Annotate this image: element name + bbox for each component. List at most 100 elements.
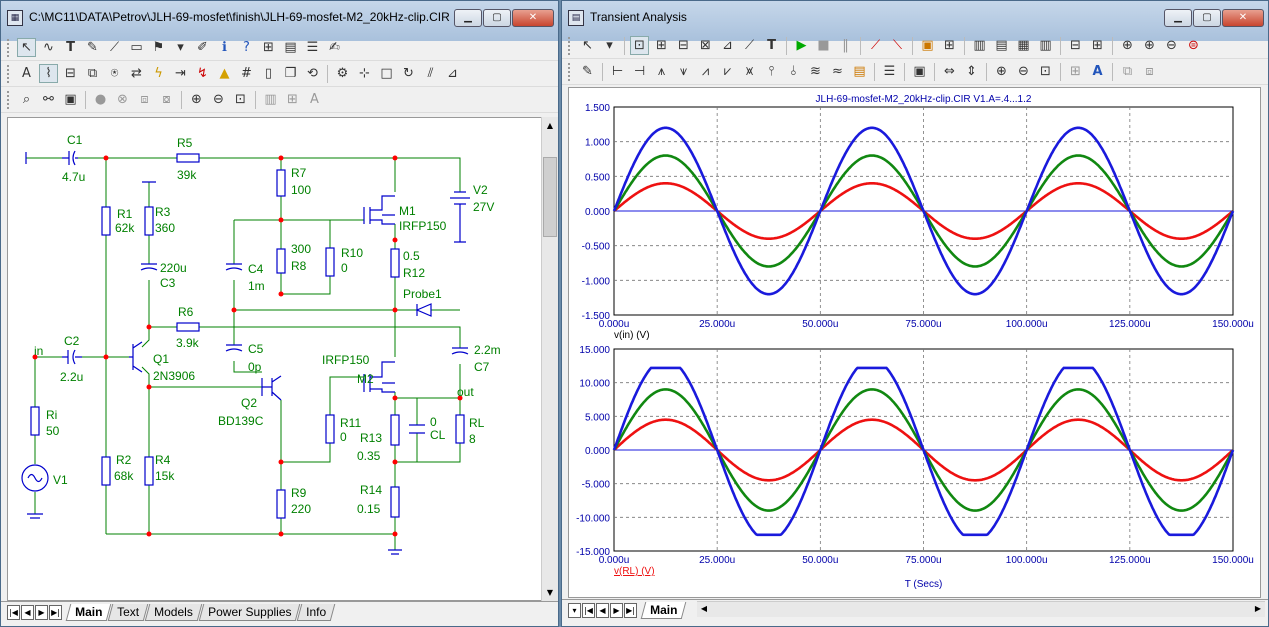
flip-v-icon[interactable]: ⊿ xyxy=(443,64,462,83)
select-mode-icon[interactable]: ↖ xyxy=(17,38,36,57)
zoom-region-icon[interactable]: ⊕ xyxy=(1118,36,1137,55)
warning-icon[interactable]: ▲ xyxy=(215,64,234,83)
cursor-left-icon[interactable]: ⊢ xyxy=(608,62,627,81)
analysis-last-icon[interactable]: ▶| xyxy=(624,603,637,618)
analysis-edit-icon[interactable]: ✎ xyxy=(578,62,597,81)
wave-global-low-icon[interactable]: ⫰ xyxy=(784,62,803,81)
tile-icon[interactable]: ⊞ xyxy=(283,90,302,109)
anchor-icon[interactable]: ⊹ xyxy=(355,64,374,83)
close-button[interactable]: ✕ xyxy=(512,9,554,27)
voltage-icon[interactable]: ⇄ xyxy=(127,64,146,83)
analysis-next-icon[interactable]: ▶ xyxy=(610,603,623,618)
wave-peak-icon[interactable]: ⩚ xyxy=(652,62,671,81)
run-icon[interactable]: ▶ xyxy=(792,36,811,55)
layout-3-icon[interactable]: ▦ xyxy=(1014,36,1033,55)
tab-models[interactable]: Models xyxy=(145,604,203,621)
analysis-first-icon[interactable]: |◀ xyxy=(582,603,595,618)
list-icon[interactable]: ☰ xyxy=(303,38,322,57)
graphics-icon[interactable]: ▭ xyxy=(127,38,146,57)
scroll-down-icon[interactable]: ▼ xyxy=(542,584,558,601)
node-numbers-icon[interactable]: ⌇ xyxy=(39,64,58,83)
scroll-thumb[interactable] xyxy=(543,157,557,237)
current-icon[interactable]: ⇥ xyxy=(171,64,190,83)
info-icon[interactable]: ℹ xyxy=(215,38,234,57)
scale-x-icon[interactable]: ⇔ xyxy=(940,62,959,81)
scope-mode-icon[interactable]: ▾ xyxy=(600,36,619,55)
wave-bottom-icon[interactable]: ≈ xyxy=(828,62,847,81)
attribute-text-icon[interactable]: A xyxy=(17,64,36,83)
prev-page-icon[interactable]: ◀ xyxy=(21,605,34,620)
box-icon[interactable]: □ xyxy=(377,64,396,83)
cancel-circle-icon[interactable]: ⊗ xyxy=(113,90,132,109)
find-icon[interactable]: ⌕ xyxy=(17,90,36,109)
analysis-select-icon[interactable]: ↖ xyxy=(578,36,597,55)
first-page-icon[interactable]: |◀ xyxy=(7,605,20,620)
tab-main[interactable]: Main xyxy=(65,604,112,621)
tab-text[interactable]: Text xyxy=(108,604,149,621)
analysis-hscroll[interactable]: ◀ ▶ xyxy=(697,601,1265,617)
probe-icon[interactable]: ⍟ xyxy=(105,64,124,83)
cascade-icon[interactable]: ⧉ xyxy=(1118,62,1137,81)
text-mode-icon[interactable]: T xyxy=(61,38,80,57)
wave-global-high-icon[interactable]: ⫯ xyxy=(762,62,781,81)
analysis-close-button[interactable]: ✕ xyxy=(1222,9,1264,27)
high-icon[interactable]: ⊠ xyxy=(696,36,715,55)
hscroll-right-icon[interactable]: ▶ xyxy=(1251,602,1265,616)
slope-icon[interactable]: ⟋ xyxy=(740,36,759,55)
tile-windows-icon[interactable]: ⊞ xyxy=(1066,62,1085,81)
tab-power-supplies[interactable]: Power Supplies xyxy=(198,604,301,621)
grid-toggle-icon[interactable]: ⊞ xyxy=(940,36,959,55)
last-page-icon[interactable]: ▶| xyxy=(49,605,62,620)
cursor-mode-icon[interactable]: ⊡ xyxy=(630,36,649,55)
font-icon[interactable]: A xyxy=(305,90,324,109)
analysis-zoom-fit-icon[interactable]: ⊡ xyxy=(1036,62,1055,81)
wave-low-icon[interactable]: ⩗ xyxy=(718,62,737,81)
scroll-up-icon[interactable]: ▲ xyxy=(542,117,558,134)
peak-icon[interactable]: ⊞ xyxy=(652,36,671,55)
analysis-font-icon[interactable]: A xyxy=(1088,62,1107,81)
scale-y-icon[interactable]: ⇕ xyxy=(962,62,981,81)
layout-1-icon[interactable]: ▥ xyxy=(970,36,989,55)
down-circle-icon[interactable]: ● xyxy=(91,90,110,109)
plot-limits-icon[interactable]: ⟍ xyxy=(888,36,907,55)
analysis-menu-icon[interactable]: ▾ xyxy=(568,603,581,618)
zoom-out-icon[interactable]: ⊖ xyxy=(209,90,228,109)
window-icon[interactable]: ▥ xyxy=(261,90,280,109)
component-mode-icon[interactable]: ∿ xyxy=(39,38,58,57)
plot-area[interactable]: 0.000u 25.000u 50.000u 75.000u 100.000u 125.0… xyxy=(568,87,1261,598)
pin-icon[interactable]: ⊟ xyxy=(61,64,80,83)
split-grid-icon[interactable]: ⊞ xyxy=(1088,36,1107,55)
power-icon[interactable]: ↯ xyxy=(193,64,212,83)
zoom-in-icon[interactable]: ⊕ xyxy=(187,90,206,109)
tab-info[interactable]: Info xyxy=(297,604,336,621)
sync-icon[interactable]: ⟲ xyxy=(303,64,322,83)
low-icon[interactable]: ⊿ xyxy=(718,36,737,55)
numeric-output-icon[interactable]: ☰ xyxy=(880,62,899,81)
diagonal-wire-icon[interactable]: ⟋ xyxy=(105,38,124,57)
maximize-button[interactable]: ▢ xyxy=(483,9,511,27)
analysis-zoom-in-icon[interactable]: ⊕ xyxy=(992,62,1011,81)
copy-icon[interactable]: ❐ xyxy=(281,64,300,83)
wave-high-icon[interactable]: ⩘ xyxy=(696,62,715,81)
page-icon[interactable]: ▯ xyxy=(259,64,278,83)
no-zoom-icon[interactable]: ⊜ xyxy=(1184,36,1203,55)
split-h-icon[interactable]: ⊟ xyxy=(1066,36,1085,55)
analysis-text-icon[interactable]: T xyxy=(762,36,781,55)
analysis-maximize-button[interactable]: ▢ xyxy=(1193,9,1221,27)
restore-icon[interactable]: ⧈ xyxy=(1140,62,1159,81)
schematic-vscroll[interactable]: ▲ ▼ xyxy=(541,117,558,601)
minimize-button[interactable]: ▁ xyxy=(454,9,482,27)
settings-icon[interactable]: ⚙ xyxy=(333,64,352,83)
grid-icon[interactable]: # xyxy=(237,64,256,83)
pencil-icon[interactable]: ✐ xyxy=(193,38,212,57)
analysis-zoom-out-icon[interactable]: ⊖ xyxy=(1014,62,1033,81)
help-icon[interactable]: ? xyxy=(237,38,256,57)
properties-icon[interactable]: ▤ xyxy=(281,38,300,57)
tokens-icon[interactable]: ▣ xyxy=(918,36,937,55)
cursor-right-icon[interactable]: ⊣ xyxy=(630,62,649,81)
pause-icon[interactable]: ‖ xyxy=(836,36,855,55)
flag-icon[interactable]: ⚑ xyxy=(149,38,168,57)
stop-icon[interactable]: ■ xyxy=(814,36,833,55)
scope-icon[interactable]: ▾ xyxy=(171,38,190,57)
wave-valley-icon[interactable]: ⩛ xyxy=(674,62,693,81)
